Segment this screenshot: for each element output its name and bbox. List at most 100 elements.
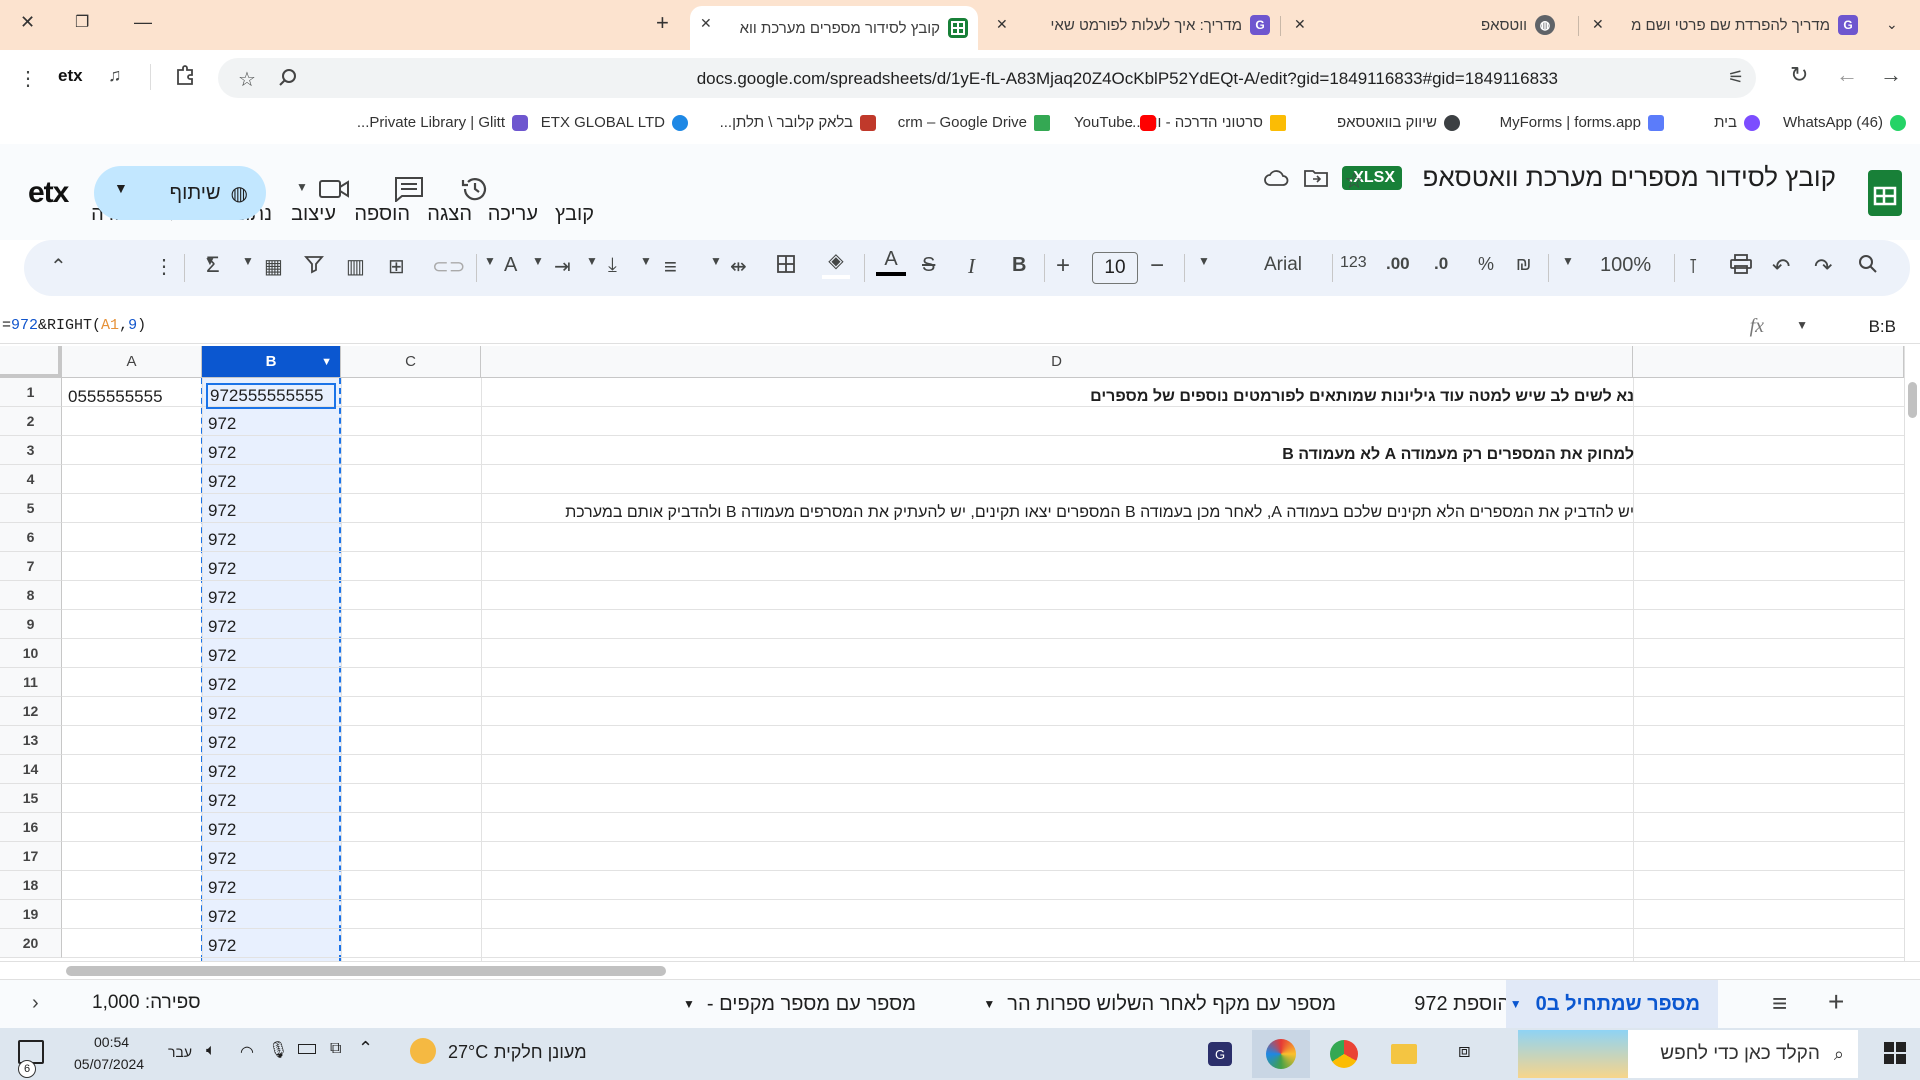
share-dropdown-icon[interactable]: ▼	[114, 180, 128, 196]
strikethrough-icon[interactable]: S	[922, 254, 935, 277]
cell-b[interactable]: 972	[208, 612, 236, 641]
clock-date[interactable]: 05/07/2024	[74, 1056, 144, 1072]
row-header[interactable]: 8	[0, 581, 62, 610]
row-header[interactable]: 18	[0, 871, 62, 900]
bookmark-item[interactable]: YouTube	[1074, 114, 1156, 131]
redo-icon[interactable]: ↷	[1814, 254, 1832, 280]
etx-taskbar-icon[interactable]	[1252, 1030, 1310, 1078]
comments-icon[interactable]	[394, 176, 424, 202]
more-vert-icon[interactable]: ⋮	[18, 66, 38, 91]
bookmark-star-icon[interactable]: ☆	[238, 67, 256, 92]
row-header[interactable]: 1	[0, 378, 62, 407]
sheet-tab[interactable]: מספר עם מקף לאחר השלוש ספרות הר ▼	[944, 980, 1336, 1028]
menu-view[interactable]: הצגה	[427, 203, 472, 226]
bold-icon[interactable]: B	[1012, 254, 1026, 277]
menu-edit[interactable]: עריכה	[488, 203, 538, 226]
task-view-icon[interactable]: ⧈	[1458, 1040, 1471, 1063]
column-menu-icon[interactable]: ▼	[321, 356, 332, 368]
row-header[interactable]: 10	[0, 639, 62, 668]
etx-extension-icon[interactable]: etx	[58, 66, 83, 86]
file-explorer-icon[interactable]	[1384, 1036, 1424, 1072]
functions-icon[interactable]: Σ	[206, 252, 220, 278]
cell-b[interactable]: 972	[208, 786, 236, 815]
row-header[interactable]: 9	[0, 610, 62, 639]
cell-b[interactable]: 972	[208, 409, 236, 438]
font-dropdown-icon[interactable]: ▼	[1198, 254, 1210, 268]
paint-format-icon[interactable]: ⊺	[1688, 254, 1698, 279]
cell-b[interactable]: 972	[208, 699, 236, 728]
row-header[interactable]: 6	[0, 523, 62, 552]
vertical-scroll-thumb[interactable]	[1908, 382, 1917, 418]
meet-dropdown-icon[interactable]: ▼	[296, 180, 308, 194]
cell-b[interactable]: 972	[208, 728, 236, 757]
rotate-dropdown-icon[interactable]: ▼	[484, 254, 496, 268]
bookmark-item[interactable]: בלאק קלובר \ תלתן...	[720, 114, 876, 131]
horizontal-align-icon[interactable]: ≡	[664, 254, 677, 280]
currency-format-button[interactable]: ₪	[1516, 254, 1531, 275]
vertical-scrollbar[interactable]	[1904, 346, 1920, 961]
cell-b[interactable]: 972	[208, 873, 236, 902]
column-header-c[interactable]: C	[341, 346, 481, 378]
cell-b[interactable]: 972	[208, 902, 236, 931]
sheet-dropdown-icon[interactable]: ▼	[1510, 997, 1522, 1011]
zoom-dropdown-icon[interactable]: ▼	[1562, 254, 1574, 268]
volume-icon[interactable]: 🔈︎	[206, 1042, 216, 1060]
omnibox[interactable]: ☆ docs.google.com/spreadsheets/d/1yE-fL-…	[218, 58, 1756, 98]
text-wrap-icon[interactable]: ⇥	[554, 254, 571, 279]
browser-tab[interactable]: G מדריך: איך לעלות לפורמט שאי	[1020, 8, 1270, 42]
explore-chevron-icon[interactable]: ›	[32, 992, 39, 1015]
namebox-dropdown-icon[interactable]: ▼	[1796, 318, 1808, 332]
chrome-icon[interactable]	[1324, 1036, 1364, 1072]
percent-format-button[interactable]: %	[1478, 254, 1494, 275]
tab-search-chevron-icon[interactable]: ⌄	[1886, 16, 1898, 33]
close-tab-icon[interactable]: ✕	[1294, 16, 1306, 33]
insert-chart-icon[interactable]: ▥	[346, 254, 365, 279]
cell-b[interactable]: 972	[208, 641, 236, 670]
cell-d5[interactable]: יש להדביק את המספרים הלא תקינים שלכם בעמ…	[484, 498, 1634, 527]
horizontal-scroll-thumb[interactable]	[66, 966, 666, 976]
row-header[interactable]: 3	[0, 436, 62, 465]
filter-icon[interactable]	[304, 254, 324, 274]
close-window-icon[interactable]: ✕	[20, 12, 35, 33]
vertical-align-icon[interactable]: ⤓	[608, 254, 617, 277]
borders-icon[interactable]	[776, 254, 796, 274]
media-controls-icon[interactable]: ♫	[108, 65, 122, 86]
glitter-app-icon[interactable]: G	[1200, 1036, 1240, 1072]
column-header-b[interactable]: B ▼	[202, 346, 341, 378]
fill-color-icon[interactable]: ◈	[822, 248, 850, 279]
row-header[interactable]: 14	[0, 755, 62, 784]
collapse-toolbar-icon[interactable]: ⌃	[50, 254, 67, 279]
close-tab-icon[interactable]: ✕	[996, 16, 1008, 33]
cell-d3[interactable]: למחוק את המספרים רק מעמודה A לא מעמודה B	[1282, 440, 1634, 469]
sheet-tab[interactable]: הוספת 972	[1370, 980, 1510, 1028]
row-header[interactable]: 11	[0, 668, 62, 697]
text-color-icon[interactable]: A	[876, 248, 906, 276]
cell-a1[interactable]: 0555555555	[68, 382, 163, 411]
bookmark-item[interactable]: (46) WhatsApp	[1783, 114, 1906, 131]
search-menus-icon[interactable]	[1858, 254, 1878, 274]
cell-b[interactable]: 972	[208, 931, 236, 960]
cell-b[interactable]: 972	[208, 554, 236, 583]
font-family-select[interactable]: Arial	[1264, 254, 1302, 276]
cloud-saved-icon[interactable]	[1264, 168, 1290, 188]
microphone-icon[interactable]: 🎙︎	[268, 1040, 288, 1060]
language-indicator[interactable]: עבר	[168, 1044, 192, 1060]
bookmark-item[interactable]: שיווק בוואטסאפ	[1337, 114, 1460, 131]
weather-icon[interactable]	[410, 1038, 436, 1064]
browser-tab[interactable]: G מדריך להפרדת שם פרטי ושם מ	[1620, 8, 1858, 42]
star-icon[interactable]: ☆	[1344, 168, 1364, 194]
select-all-corner[interactable]	[0, 346, 62, 378]
cell-b[interactable]: 972	[208, 438, 236, 467]
row-header[interactable]: 20	[0, 929, 62, 958]
column-header-e[interactable]	[1633, 346, 1904, 378]
sheet-tab[interactable]: מספר עם מספר מקפים - ▼	[656, 980, 916, 1028]
bookmark-item[interactable]: crm – Google Drive	[898, 114, 1050, 131]
menu-file[interactable]: קובץ	[555, 203, 594, 226]
row-header[interactable]: 19	[0, 900, 62, 929]
cell-b[interactable]: 972	[208, 670, 236, 699]
undo-icon[interactable]: ↶	[1772, 254, 1790, 280]
cell-b[interactable]: 972	[208, 757, 236, 786]
increase-font-size-icon[interactable]: +	[1056, 252, 1070, 280]
notifications-icon[interactable]: 6	[18, 1040, 44, 1078]
row-header[interactable]: 13	[0, 726, 62, 755]
